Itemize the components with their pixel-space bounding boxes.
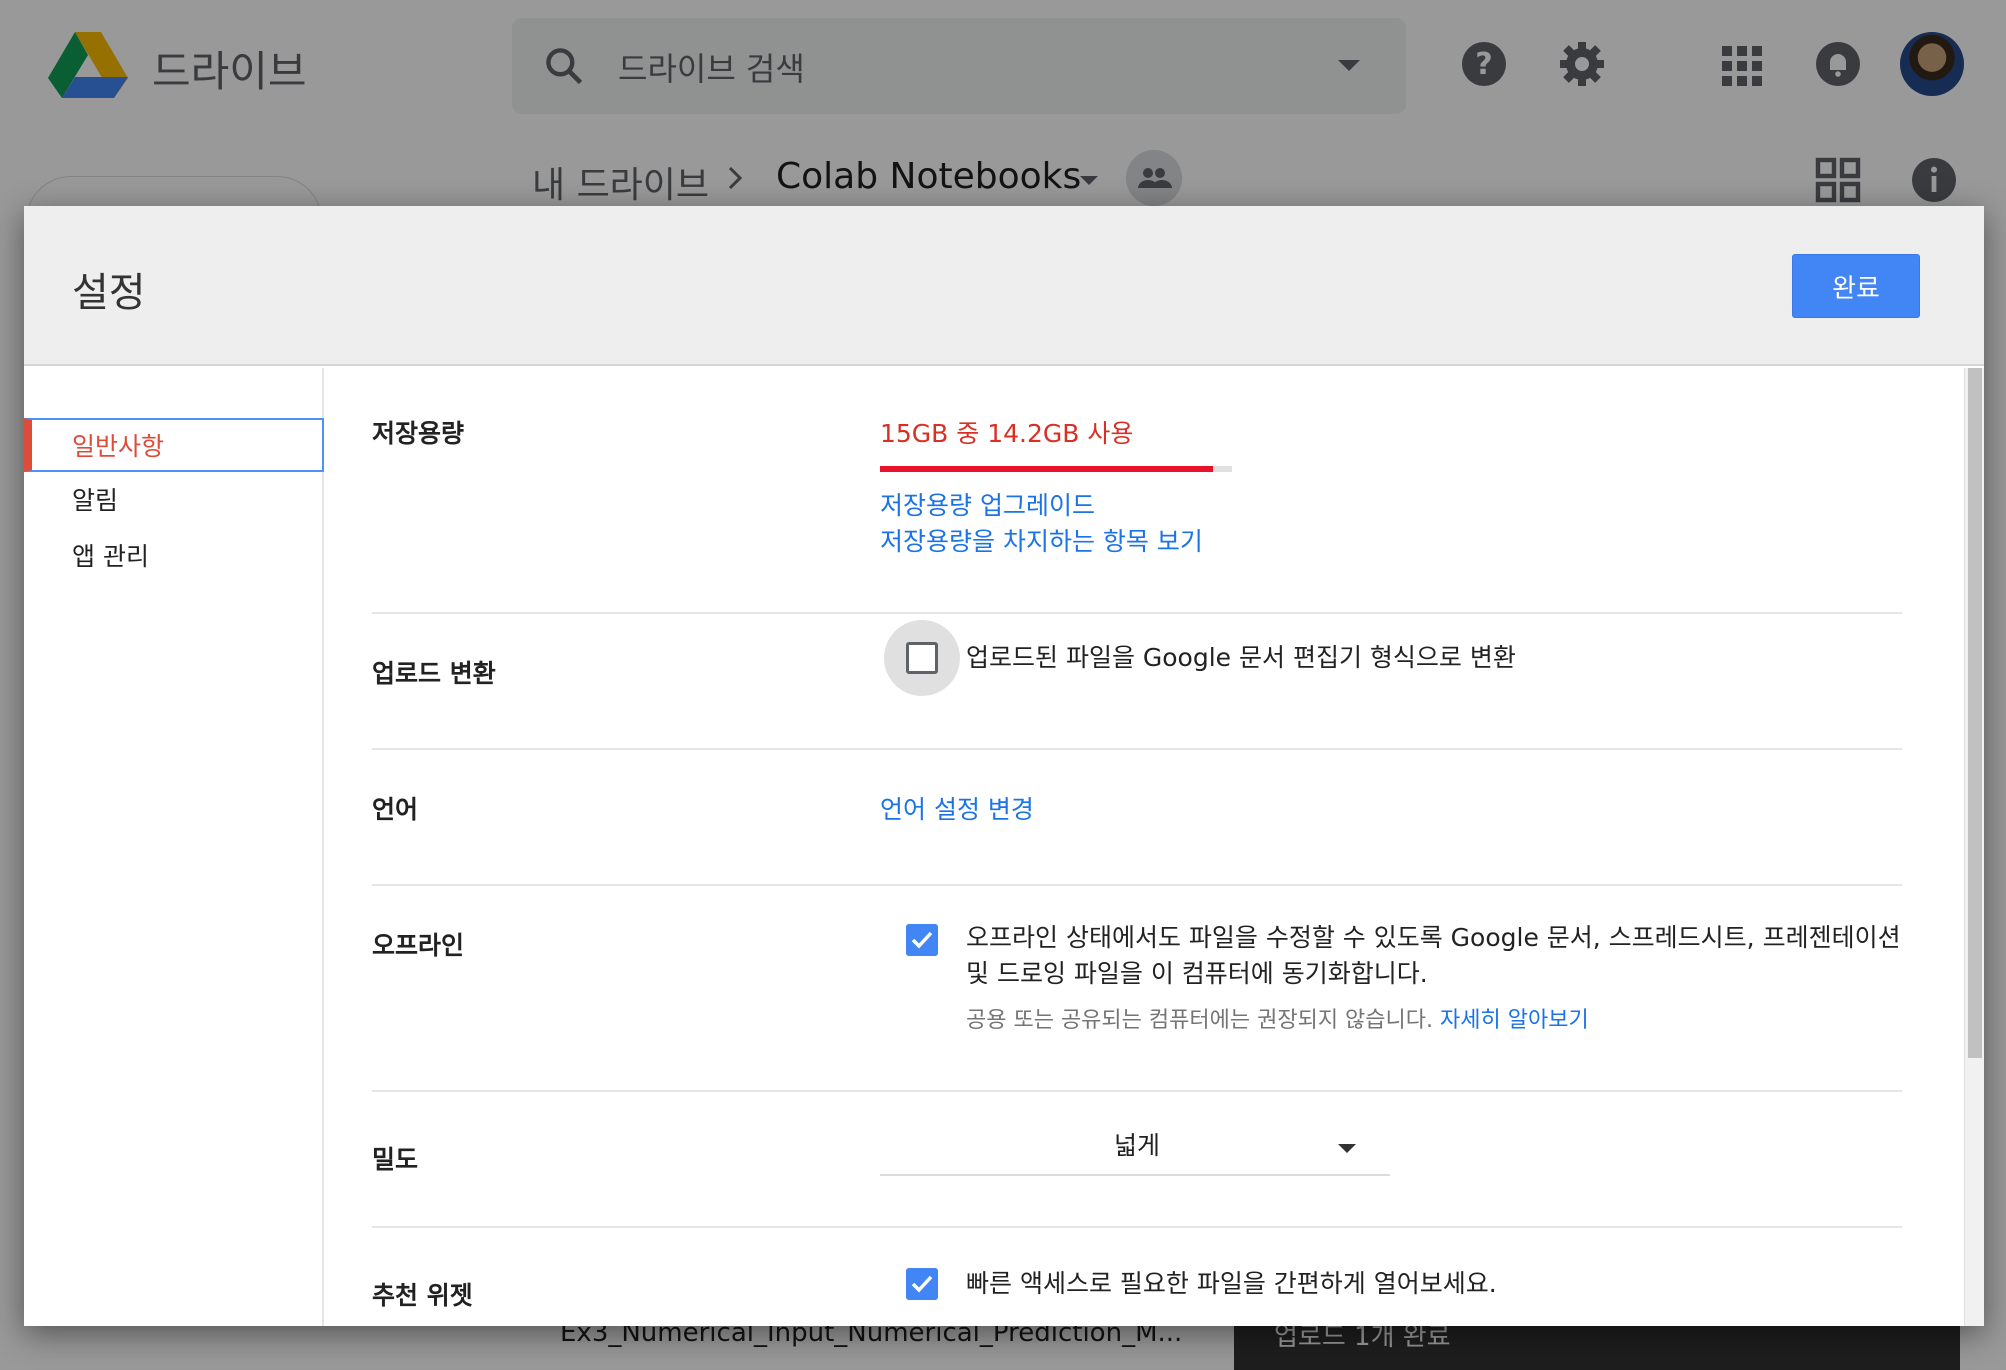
divider bbox=[372, 1226, 1902, 1228]
nav-item-manage-apps[interactable]: 앱 관리 bbox=[24, 530, 324, 584]
upload-conversion-checkbox[interactable] bbox=[906, 642, 938, 674]
upload-conversion-text: 업로드된 파일을 Google 문서 편집기 형식으로 변환 bbox=[966, 643, 1516, 672]
storage-usage-bar bbox=[880, 466, 1232, 472]
divider bbox=[372, 1090, 1902, 1092]
change-language-link[interactable]: 언어 설정 변경 bbox=[880, 790, 1034, 826]
upgrade-storage-link[interactable]: 저장용량 업그레이드 bbox=[880, 486, 1095, 522]
divider bbox=[372, 748, 1902, 750]
scrollbar-thumb[interactable] bbox=[1968, 368, 1982, 1058]
dialog-title: 설정 bbox=[72, 270, 146, 316]
view-storage-items-link[interactable]: 저장용량을 차지하는 항목 보기 bbox=[880, 522, 1203, 558]
settings-content[interactable]: 저장용량 15GB 중 14.2GB 사용 저장용량 업그레이드 저장용량을 차… bbox=[324, 368, 1984, 1326]
settings-dialog: 설정 완료 일반사항 알림 앱 관리 저장용량 15GB 중 14.2GB 사용… bbox=[24, 206, 1984, 1326]
done-button[interactable]: 완료 bbox=[1792, 254, 1920, 318]
upload-conversion-label: 업로드 변환 bbox=[372, 659, 496, 688]
suggestions-checkbox[interactable] bbox=[906, 1268, 938, 1300]
storage-label: 저장용량 bbox=[372, 419, 465, 448]
dialog-body: 일반사항 알림 앱 관리 저장용량 15GB 중 14.2GB 사용 저장용량 … bbox=[24, 368, 1984, 1326]
storage-usage-fill bbox=[880, 466, 1214, 472]
learn-more-link[interactable]: 자세히 알아보기 bbox=[1440, 1008, 1589, 1033]
divider bbox=[372, 884, 1902, 886]
offline-note-text: 공용 또는 공유되는 컴퓨터에는 권장되지 않습니다. bbox=[966, 1008, 1434, 1033]
dropdown-arrow-icon[interactable] bbox=[1338, 1144, 1356, 1153]
language-label: 언어 bbox=[372, 795, 419, 824]
settings-nav: 일반사항 알림 앱 관리 bbox=[24, 368, 324, 1326]
offline-checkbox[interactable] bbox=[906, 924, 938, 956]
suggestions-text: 빠른 액세스로 필요한 파일을 간편하게 열어보세요. bbox=[966, 1269, 1497, 1298]
divider bbox=[372, 612, 1902, 614]
density-selected-value: 넓게 bbox=[1114, 1131, 1161, 1160]
density-select[interactable]: 넓게 bbox=[880, 1120, 1390, 1176]
nav-item-general[interactable]: 일반사항 bbox=[24, 418, 324, 472]
offline-label: 오프라인 bbox=[372, 931, 465, 960]
offline-note: 공용 또는 공유되는 컴퓨터에는 권장되지 않습니다. 자세히 알아보기 bbox=[966, 1002, 1589, 1034]
storage-usage-text: 15GB 중 14.2GB 사용 bbox=[880, 419, 1134, 448]
settings-scrollbar[interactable] bbox=[1964, 368, 1984, 1326]
density-label: 밀도 bbox=[372, 1145, 419, 1174]
nav-item-notifications[interactable]: 알림 bbox=[24, 474, 324, 528]
dialog-header: 설정 완료 bbox=[24, 206, 1984, 366]
suggestions-label: 추천 위젯 bbox=[372, 1281, 473, 1310]
offline-text: 오프라인 상태에서도 파일을 수정할 수 있도록 Google 문서, 스프레드… bbox=[966, 923, 1901, 988]
